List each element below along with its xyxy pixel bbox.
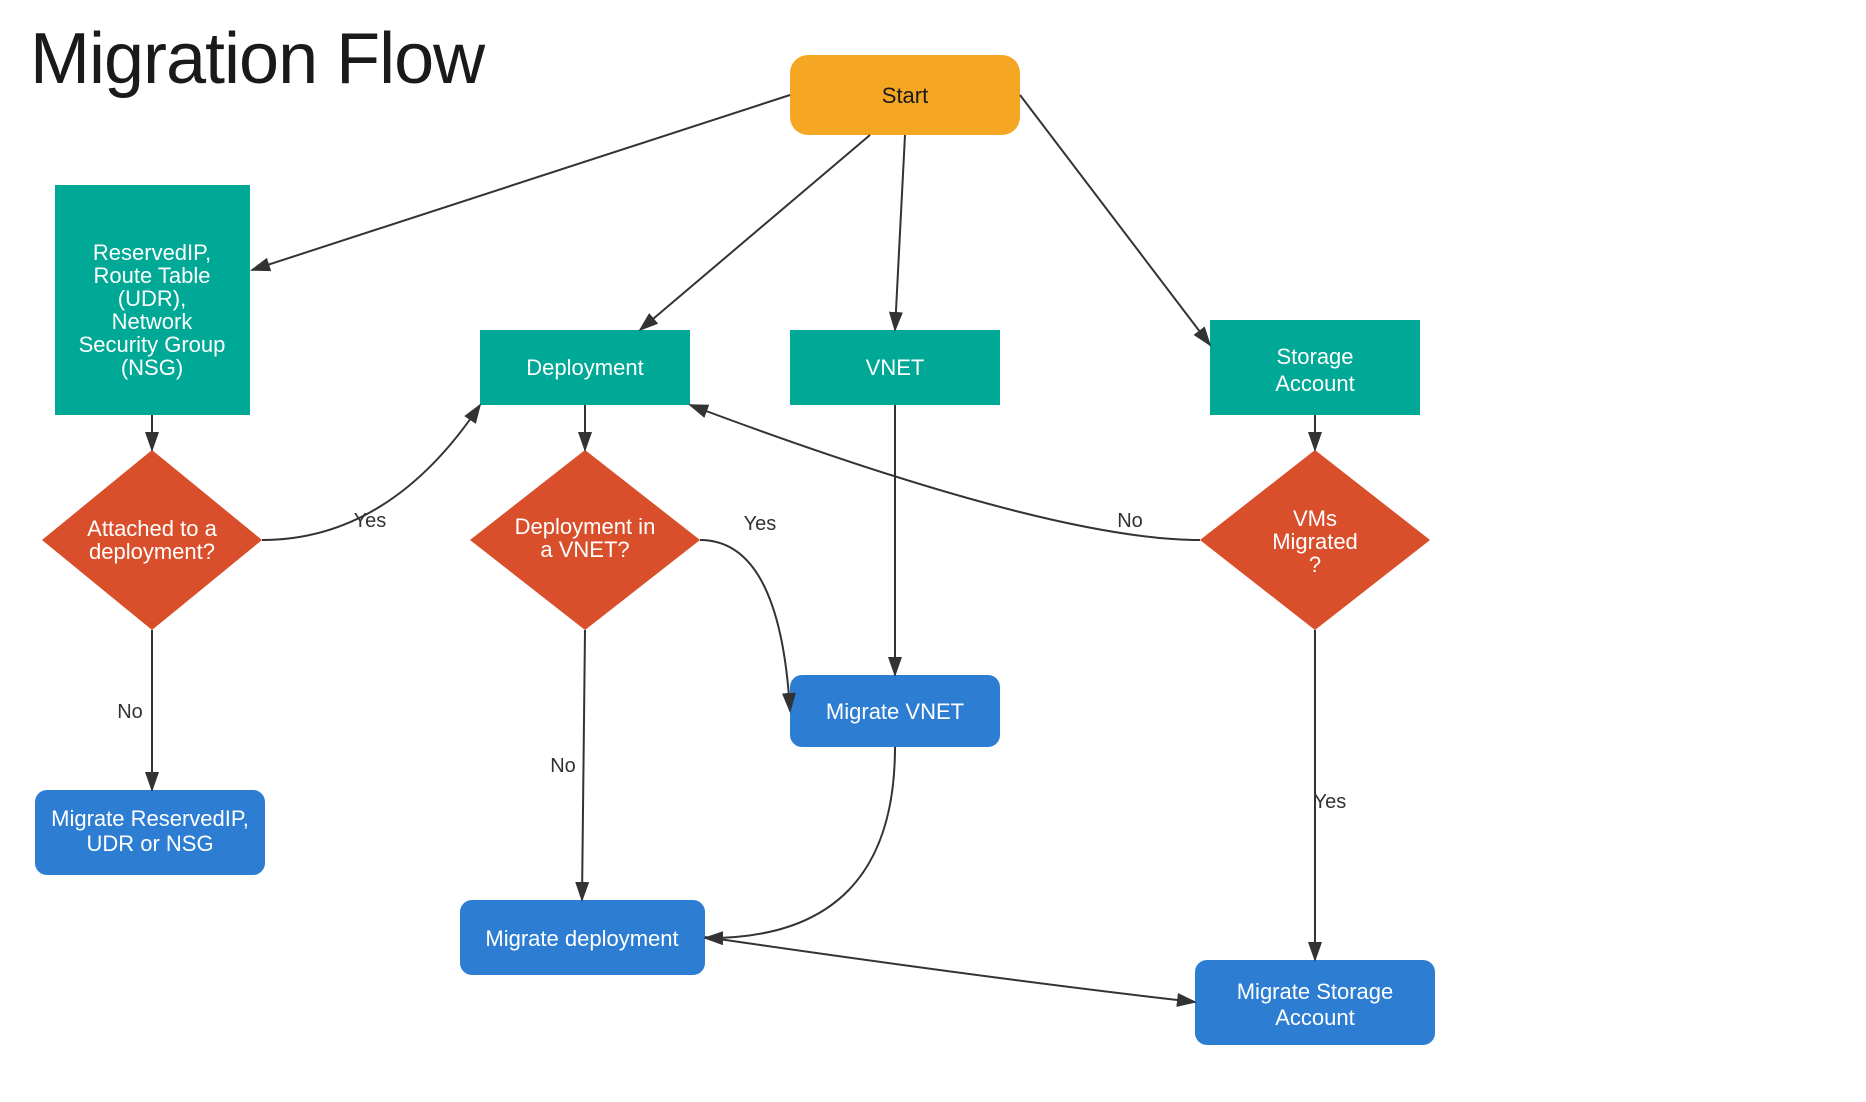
migrate-storage-node: Migrate Storage Account [1195,960,1435,1045]
svg-text:(NSG): (NSG) [121,355,183,380]
label-no-2: No [550,755,576,777]
vnet-node: VNET [790,330,1000,405]
arrow-depl-vnet-yes [700,540,790,711]
arrow-start-storage [1020,95,1210,345]
label-yes-2: Yes [744,513,777,535]
svg-text:Route Table: Route Table [93,263,210,288]
label-no-1: No [117,701,143,723]
vms-migrated-diamond: VMs Migrated ? [1200,450,1430,630]
arrow-start-reservedip [252,95,790,270]
deployment-label: Deployment [526,355,643,380]
migrate-deployment-node: Migrate deployment [460,900,705,975]
reservedip-node: ReservedIP, Route Table (UDR), Network S… [55,185,250,415]
migrate-vnet-node: Migrate VNET [790,675,1000,747]
deployment-vnet-diamond: Deployment in a VNET? [470,450,700,630]
svg-text:Network: Network [112,309,194,334]
arrow-deploy-storage [705,937,1195,1002]
storage-account-label: Storage [1276,344,1353,369]
migrate-reservedip-label: Migrate ReservedIP, [51,806,249,831]
migrate-storage-label: Migrate Storage [1237,979,1394,1004]
svg-text:deployment?: deployment? [89,539,215,564]
arrow-migrate-vnet-deploy [705,747,895,938]
vms-migrated-label: VMs [1293,506,1337,531]
storage-account-node: Storage Account [1210,320,1420,415]
svg-text:UDR or NSG: UDR or NSG [86,831,213,856]
start-node: Start [790,55,1020,135]
attached-diamond: Attached to a deployment? [42,450,262,630]
deployment-vnet-label: Deployment in [515,514,656,539]
label-yes-3: Yes [1314,791,1347,813]
attached-label: Attached to a [87,516,217,541]
arrow-start-vnet [895,135,905,330]
migrate-deployment-label: Migrate deployment [485,926,678,951]
svg-text:Migrated: Migrated [1272,529,1358,554]
vnet-label: VNET [866,355,925,380]
svg-text:a VNET?: a VNET? [540,537,629,562]
reservedip-label: ReservedIP, [93,240,211,265]
migrate-reservedip-node: Migrate ReservedIP, UDR or NSG [35,790,265,875]
svg-text:Security Group: Security Group [79,332,226,357]
svg-text:?: ? [1309,552,1321,577]
arrow-start-deployment [640,135,870,330]
flowchart: Start ReservedIP, Route Table (UDR), Net… [0,0,1866,1102]
start-label: Start [882,83,928,108]
svg-text:Account: Account [1275,1005,1355,1030]
arrow-depl-vnet-no [582,630,585,900]
svg-text:(UDR),: (UDR), [118,286,186,311]
deployment-node: Deployment [480,330,690,405]
label-no-3: No [1117,510,1143,532]
label-yes-1: Yes [354,510,387,532]
migrate-vnet-label: Migrate VNET [826,699,964,724]
svg-text:Account: Account [1275,371,1355,396]
